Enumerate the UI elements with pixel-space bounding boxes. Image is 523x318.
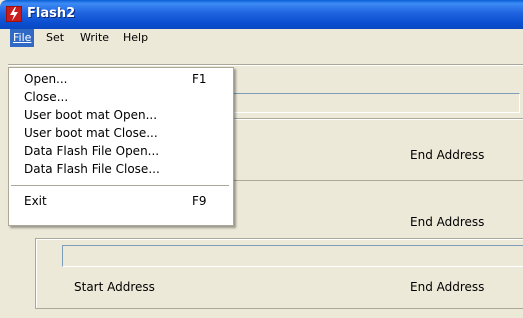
- menu-item-user-boot-mat-close-label: User boot mat Close...: [24, 126, 158, 140]
- menu-item-data-flash-close-label: Data Flash File Close...: [24, 162, 160, 176]
- menu-item-data-flash-open-label: Data Flash File Open...: [24, 144, 160, 158]
- menu-write-label: Write: [80, 31, 110, 44]
- menu-set[interactable]: Set: [43, 29, 67, 47]
- title-bar: Flash2: [0, 0, 523, 29]
- menu-write[interactable]: Write: [77, 29, 112, 47]
- menu-item-exit[interactable]: Exit F9: [9, 193, 233, 210]
- menu-item-user-boot-mat-close[interactable]: User boot mat Close...: [9, 125, 233, 142]
- menu-separator: [11, 185, 229, 186]
- end-address-label-3: End Address: [410, 280, 485, 294]
- menu-item-close-label: Close...: [24, 90, 69, 104]
- menu-item-user-boot-mat-open[interactable]: User boot mat Open...: [9, 107, 233, 124]
- window-title: Flash2: [27, 6, 76, 21]
- menu-item-open-label: Open...: [24, 72, 68, 86]
- menu-item-close[interactable]: Close...: [9, 89, 233, 106]
- end-address-label-2: End Address: [410, 215, 485, 229]
- menu-item-open-shortcut: F1: [192, 72, 207, 86]
- end-address-label-1: End Address: [410, 148, 485, 162]
- menu-bar: File Set Write Help: [8, 29, 523, 47]
- menu-help[interactable]: Help: [120, 29, 151, 47]
- menu-item-exit-shortcut: F9: [192, 194, 207, 208]
- file-menu-dropdown: Open... F1 Close... User boot mat Open..…: [8, 67, 234, 226]
- menu-item-open[interactable]: Open... F1: [9, 71, 233, 88]
- menu-file[interactable]: File: [10, 29, 35, 47]
- menu-item-data-flash-open[interactable]: Data Flash File Open...: [9, 143, 233, 160]
- start-address-label-3: Start Address: [74, 280, 155, 294]
- menu-item-user-boot-mat-open-label: User boot mat Open...: [24, 108, 158, 122]
- divider: [8, 64, 523, 66]
- menu-item-exit-label: Exit: [24, 194, 47, 208]
- menu-set-label: Set: [46, 31, 65, 44]
- flash-lightning-icon[interactable]: [5, 5, 23, 23]
- file-path-field-3[interactable]: [62, 245, 523, 267]
- menu-file-label: File: [13, 31, 32, 44]
- menu-help-label: Help: [123, 31, 149, 44]
- menu-item-data-flash-close[interactable]: Data Flash File Close...: [9, 161, 233, 178]
